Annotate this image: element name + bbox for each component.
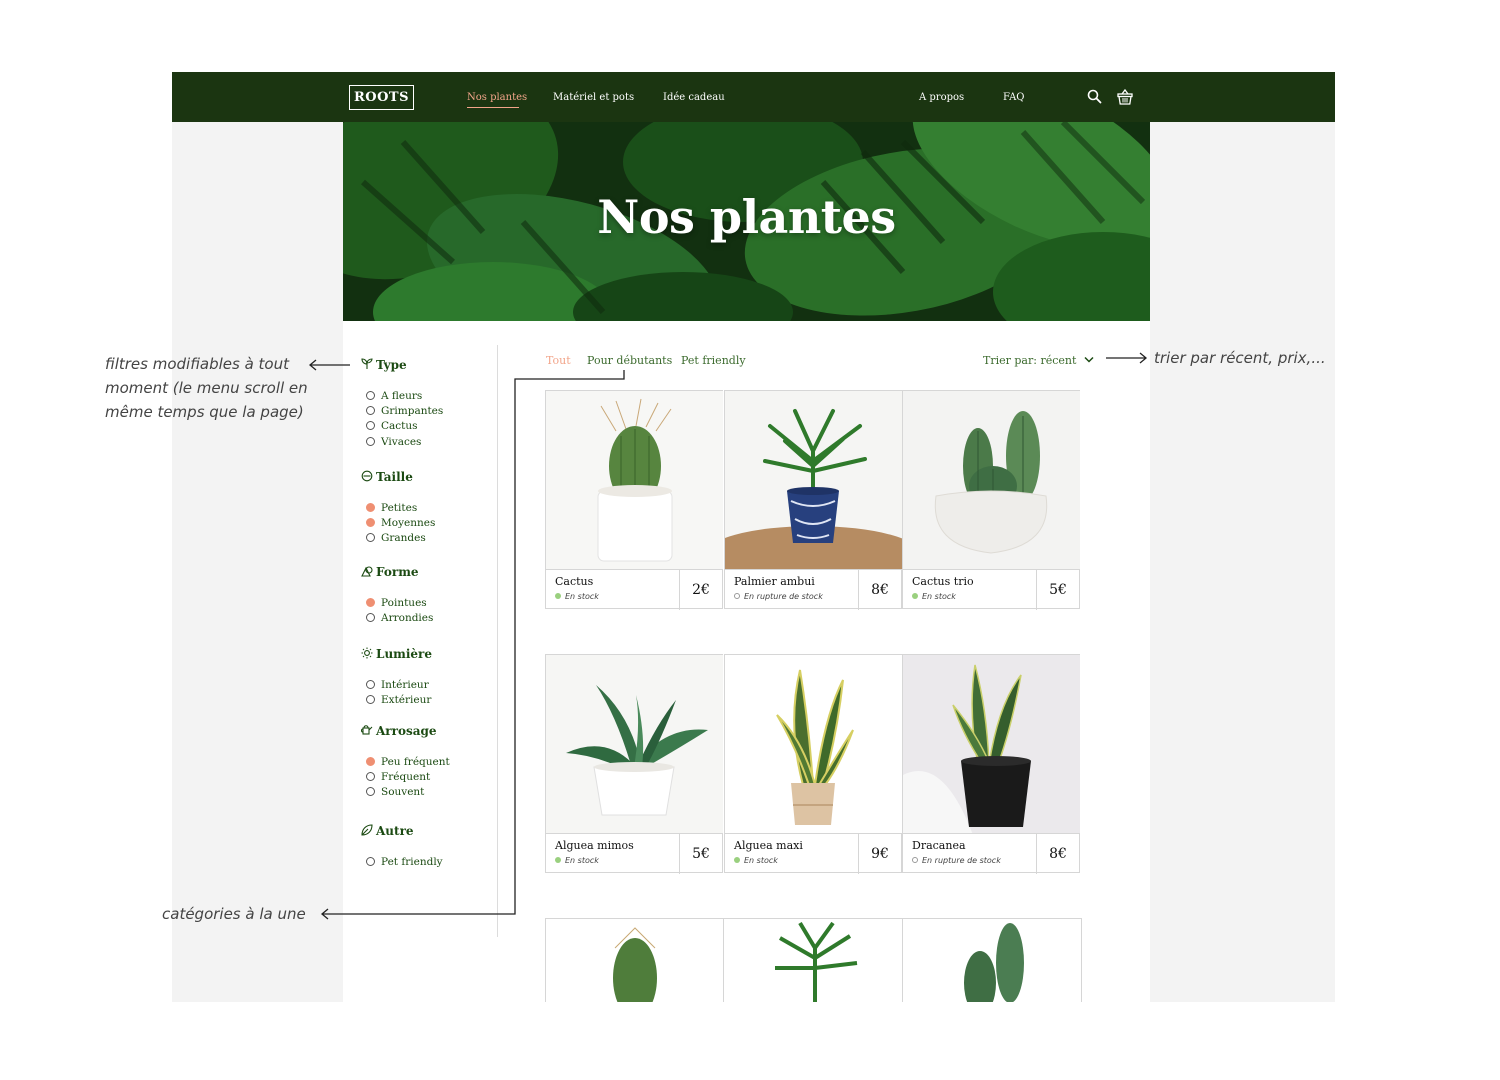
product-price: 5€: [679, 834, 722, 874]
stock-label: En stock: [922, 592, 956, 601]
product-card[interactable]: Alguea maxi En stock 9€: [724, 654, 902, 874]
in-stock-dot-icon: [734, 857, 740, 863]
filters-annotation: filtres modifiables à tout moment (le me…: [105, 355, 308, 421]
sort-label: Trier par: récent: [983, 354, 1077, 367]
stock-status: En stock: [912, 592, 956, 601]
product-card[interactable]: Palmier ambui En rupture de stock 8€: [724, 390, 902, 610]
snake-plant-image[interactable]: [725, 655, 902, 833]
tab-tout[interactable]: Tout: [546, 354, 571, 367]
stock-label: En rupture de stock: [922, 856, 1001, 865]
product-card[interactable]: Cactus trio En stock 5€: [902, 390, 1080, 610]
stock-status: En stock: [734, 856, 778, 865]
navbar: [172, 72, 1335, 122]
arrow-right-icon: [1106, 352, 1148, 364]
product-price: 9€: [858, 834, 901, 874]
chevron-down-icon: [1084, 356, 1094, 363]
product-name[interactable]: Palmier ambui: [734, 575, 815, 588]
product-info: Alguea maxi En stock 9€: [725, 833, 901, 874]
stock-label: En rupture de stock: [744, 592, 823, 601]
product-price: 8€: [858, 570, 901, 610]
nav-link-idee-cadeau[interactable]: Idée cadeau: [663, 92, 725, 103]
sort-dropdown[interactable]: Trier par: récent: [983, 354, 1094, 367]
page-title: Nos plantes: [597, 190, 896, 244]
nav-link-a-propos[interactable]: A propos: [919, 92, 964, 103]
product-price: 5€: [1036, 570, 1079, 610]
cactus-image: [613, 927, 657, 1002]
nav-link-nos-plantes[interactable]: Nos plantes: [467, 92, 527, 103]
product-info: Palmier ambui En rupture de stock 8€: [725, 569, 901, 610]
cactus-trio-image[interactable]: [903, 391, 1080, 569]
out-of-stock-dot-icon: [912, 857, 918, 863]
product-price: 8€: [1036, 834, 1079, 874]
nav-link-materiel[interactable]: Matériel et pots: [553, 92, 634, 103]
dracaena-image[interactable]: [903, 655, 1080, 833]
stock-status: En rupture de stock: [734, 592, 823, 601]
product-name[interactable]: Cactus trio: [912, 575, 974, 588]
logo[interactable]: ROOTS: [349, 85, 414, 110]
palm-image[interactable]: [725, 391, 902, 569]
categories-connector-line: [320, 370, 625, 920]
product-row-partial: [545, 918, 1082, 1002]
out-of-stock-dot-icon: [734, 593, 740, 599]
stock-status: En rupture de stock: [912, 856, 1001, 865]
nav-active-underline: [467, 107, 519, 108]
palm-image: [775, 921, 858, 1002]
sort-annotation: trier par récent, prix,...: [1154, 349, 1326, 367]
cactus-trio-image: [964, 923, 1024, 1002]
product-name[interactable]: Alguea maxi: [734, 839, 803, 852]
product-info: Cactus trio En stock 5€: [903, 569, 1079, 610]
stock-label: En stock: [744, 856, 778, 865]
product-price: 2€: [679, 570, 722, 610]
categories-annotation: catégories à la une: [162, 905, 306, 923]
basket-icon[interactable]: [1116, 88, 1134, 106]
in-stock-dot-icon: [912, 593, 918, 599]
tab-pet-friendly[interactable]: Pet friendly: [681, 354, 746, 367]
tab-pour-debutants[interactable]: Pour débutants: [587, 354, 672, 367]
product-name[interactable]: Dracanea: [912, 839, 966, 852]
search-icon[interactable]: [1086, 88, 1104, 106]
product-info: Dracanea En rupture de stock 8€: [903, 833, 1079, 874]
product-card[interactable]: Dracanea En rupture de stock 8€: [902, 654, 1080, 874]
nav-link-faq[interactable]: FAQ: [1003, 92, 1025, 103]
